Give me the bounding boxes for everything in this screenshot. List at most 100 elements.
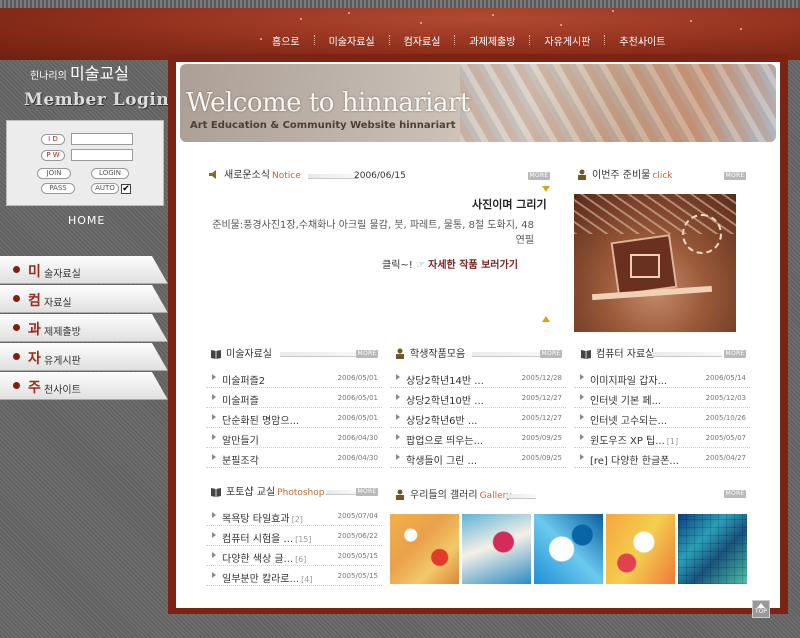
banner-title: Welcome to hinnariart [186,88,470,118]
side-item-label: 술자료실 [44,269,81,280]
computer-library-header: 컴퓨터 자료실 [580,345,654,361]
list-item[interactable]: 윈도우즈 XP 팁... [1] 2005/05/07 [574,428,750,448]
notice-body: 준비물:풍경사진1장,수채화나 아크릴 물감, 붓, 파레트, 물통, 8절 도… [212,220,534,246]
art-library-more-button[interactable]: MORE [356,350,378,358]
bullet-icon [13,295,20,302]
side-item-label: 자료실 [44,298,72,309]
list-item[interactable]: 인터넷 고수되는... 2005/10/26 [574,408,750,428]
side-item-initial: 컴 [28,293,41,309]
login-button[interactable]: LOGIN [91,168,129,179]
password-input[interactable] [71,149,133,161]
notice-title-en: Notice [272,171,301,181]
art-library-header: 미술자료실 [210,345,272,361]
top-nav: 홈으로 미술자료실 컴자료실 과제제출방 자유게시판 추천사이트 [272,32,665,48]
id-input[interactable] [71,133,133,145]
book-icon [580,348,592,359]
gallery-more-button[interactable]: MORE [724,490,746,498]
weekly-click[interactable]: click [652,171,672,181]
notice-link[interactable]: 클릭~! ☞ 자세한 작품 보러가기 [382,256,518,271]
list-item[interactable]: 일부분만 칼라로... [4] 2005/05/15 [206,566,382,586]
list-item[interactable]: 상당2학년14반 ... 2005/12/28 [390,368,566,388]
notice-date: 2006/06/15 [354,171,406,181]
auto-login-checkbox[interactable]: ✔ [121,184,131,194]
nav-assignment[interactable]: 과제제출방 [469,33,515,48]
weekly-header: 이번주 준비물 click [576,166,673,182]
list-item[interactable]: 단순화된 명암으... 2006/05/01 [206,408,382,428]
gallery-image-3[interactable] [534,514,603,584]
main-frame: Welcome to hinnariart Art Education & Co… [168,54,788,614]
list-item[interactable]: [re] 다양한 한글폰... 2005/04/27 [574,448,750,468]
weekly-artwork-image[interactable] [574,194,736,332]
art-library-list: 미술퍼즐2 2006/05/01 미술퍼즐 2006/05/01 단순화된 명암으.… [206,368,382,468]
computer-library-list: 이미지파일 갑자... 2006/05/14 인터넷 기본 페... 2005/12… [574,368,750,468]
nav-computer-library[interactable]: 컴자료실 [404,33,441,48]
book-icon [210,486,222,497]
photoshop-title: 포토샵 교실 [226,487,276,498]
student-works-title: 학생작품모음 [410,349,466,360]
person-icon [576,169,588,180]
notice-more-button[interactable]: MORE [528,172,550,180]
auto-label: AUTO [91,183,119,194]
computer-library-more-button[interactable]: MORE [724,350,746,358]
scroll-top-button[interactable]: TOP [752,600,770,618]
brand-prefix: 힌나리의 [30,71,67,82]
notice-link-label: 자세한 작품 보러가기 [428,260,518,271]
person-icon [394,489,406,500]
list-item[interactable]: 인터넷 기본 페... 2005/12/03 [574,388,750,408]
notice-heading[interactable]: 사진이며 그리기 [472,196,547,212]
student-works-list: 상당2학년14반 ... 2005/12/28 상당2학년10반 ... 2005/… [390,368,566,468]
nav-recommended-sites[interactable]: 추천사이트 [619,33,665,48]
brand-name: 미술교실 [70,64,129,83]
notice-link-prefix: 클릭~! [382,260,413,271]
gallery-title: 우리들의 갤러리 [410,490,478,501]
side-item-art-library[interactable]: 미 술자료실 [0,256,168,284]
photoshop-more-button[interactable]: MORE [356,488,378,496]
list-item[interactable]: 컴퓨터 시험을 ... [15] 2005/06/22 [206,526,382,546]
side-item-free-board[interactable]: 자 유게시판 [0,343,168,371]
photoshop-header: 포토샵 교실 Photoshop [210,483,324,499]
gallery-image-5[interactable] [678,514,747,584]
list-item[interactable]: 학생들이 그린 ... 2005/09/25 [390,448,566,468]
member-login-title: Member Login [24,90,170,110]
nav-art-library[interactable]: 미술자료실 [329,33,375,48]
side-item-computer-library[interactable]: 컴 자료실 [0,285,168,313]
speaker-icon [208,169,220,180]
site-logo[interactable]: 힌나리의 미술교실 [30,60,129,84]
list-item[interactable]: 알만들기 2006/04/30 [206,428,382,448]
weekly-more-button[interactable]: MORE [724,172,746,180]
arrow-down-icon[interactable] [542,186,550,192]
bullet-icon [13,266,20,273]
login-box: I D P W JOIN LOGIN PASS AUTO ✔ [6,120,164,206]
list-item[interactable]: 목욕탕 타일효과 [2] 2005/07/04 [206,506,382,526]
list-item[interactable]: 다양한 색상 글... [6] 2005/05/15 [206,546,382,566]
art-library-title: 미술자료실 [226,349,272,360]
notice-title: 새로운소식 [224,170,270,181]
list-item[interactable]: 이미지파일 갑자... 2006/05/14 [574,368,750,388]
side-item-assignment[interactable]: 과 제제출방 [0,314,168,342]
notice-header: 새로운소식 Notice [208,166,301,182]
photoshop-list: 목욕탕 타일효과 [2] 2005/07/04 컴퓨터 시험을 ... [15] 200… [206,506,382,586]
top-stripe [0,0,800,8]
gallery-image-4[interactable] [606,514,675,584]
home-link[interactable]: HOME [68,214,105,227]
weekly-title: 이번주 준비물 [592,170,651,181]
bullet-icon [13,324,20,331]
list-item[interactable]: 상당2학년10반 ... 2005/12/27 [390,388,566,408]
nav-home[interactable]: 홈으로 [272,33,300,48]
gallery-image-2[interactable] [462,514,531,584]
gallery-image-1[interactable] [390,514,459,584]
list-item[interactable]: 상당2학년6반 ... 2005/12/27 [390,408,566,428]
pass-button[interactable]: PASS [41,183,75,194]
side-menu: 미 술자료실 컴 자료실 과 제제출방 자 유게시판 주 천사이트 [0,256,168,401]
list-item[interactable]: 팝업으로 띄우는... 2005/09/25 [390,428,566,448]
arrow-up-icon[interactable] [542,316,550,322]
side-item-initial: 미 [28,264,41,280]
nav-free-board[interactable]: 자유게시판 [544,33,590,48]
side-item-recommended-sites[interactable]: 주 천사이트 [0,372,168,400]
bullet-icon [13,353,20,360]
join-button[interactable]: JOIN [37,168,71,179]
list-item[interactable]: 미술퍼즐2 2006/05/01 [206,368,382,388]
list-item[interactable]: 미술퍼즐 2006/05/01 [206,388,382,408]
list-item[interactable]: 분필조각 2006/04/30 [206,448,382,468]
student-works-more-button[interactable]: MORE [540,350,562,358]
